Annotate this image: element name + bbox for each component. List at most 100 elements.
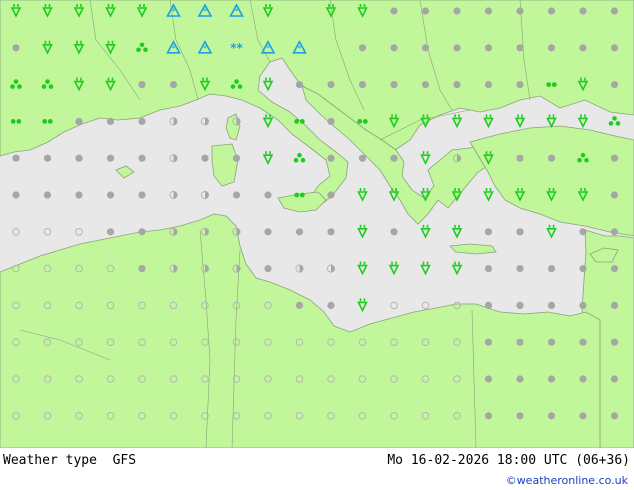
cloud-dot-icon	[516, 338, 524, 346]
cloud-dot-icon	[453, 81, 461, 89]
cloud-dot-icon	[138, 228, 146, 236]
cloud-dot-icon	[516, 7, 524, 15]
cloud-dot-icon	[610, 154, 619, 162]
cloud-dot-icon	[390, 154, 398, 162]
cloud-dot-icon	[547, 7, 556, 15]
cloud-dot-icon	[12, 154, 20, 162]
cloud-dot-icon	[516, 301, 524, 309]
cloud-dot-icon	[610, 338, 619, 346]
cloud-dot-icon	[547, 412, 556, 420]
cloud-dot-icon	[295, 81, 304, 89]
cloud-dot-icon	[106, 117, 115, 125]
cloud-dot-icon	[610, 44, 619, 52]
cloud-dot-icon	[579, 228, 587, 236]
weather-map: * * ** * ** * *	[0, 0, 634, 448]
cloud-dot-icon	[390, 81, 398, 89]
cloud-dot-icon	[579, 338, 587, 346]
cloud-dot-icon	[610, 7, 619, 15]
cloud-dot-icon	[264, 191, 272, 199]
cloud-dot-icon	[232, 191, 241, 199]
cloud-dot-icon	[138, 265, 146, 273]
cloud-dot-icon	[484, 338, 493, 346]
cloud-dot-icon	[516, 375, 524, 383]
svg-text:*: *	[266, 44, 270, 53]
cloud-dot-icon	[43, 154, 52, 162]
cloud-dot-icon	[516, 44, 524, 52]
cloud-dot-icon	[516, 228, 524, 236]
cloud-dot-icon	[610, 265, 619, 273]
cloud-dot-icon	[579, 265, 587, 273]
cloud-dot-icon	[169, 81, 178, 89]
svg-text:*: *	[298, 44, 302, 53]
cloud-dot-icon	[358, 81, 367, 89]
cloud-dot-icon	[579, 412, 587, 420]
cloud-dot-icon	[484, 412, 493, 420]
cloud-dot-icon	[547, 154, 556, 162]
cloud-dot-icon	[138, 191, 146, 199]
cloud-dot-icon	[610, 375, 619, 383]
cloud-dot-icon	[579, 301, 587, 309]
cloud-dot-icon	[327, 228, 335, 236]
model-label: Weather type GFS	[3, 453, 137, 468]
cloud-dot-icon	[327, 117, 335, 125]
cloud-dot-icon	[75, 154, 83, 162]
cloud-dot-icon	[421, 44, 430, 52]
cloud-dot-icon	[484, 228, 493, 236]
cloud-dot-icon	[484, 301, 493, 309]
cloud-dot-icon	[295, 228, 304, 236]
cloud-dot-icon	[547, 265, 556, 273]
cloud-dot-icon	[484, 81, 493, 89]
cloud-dot-icon	[75, 191, 83, 199]
cloud-dot-icon	[106, 228, 115, 236]
cloud-dot-icon	[264, 228, 272, 236]
cloud-dot-icon	[547, 301, 556, 309]
cloud-dot-icon	[327, 81, 335, 89]
cloud-dot-icon	[232, 154, 241, 162]
cloud-dot-icon	[138, 154, 146, 162]
cloud-dot-icon	[75, 117, 83, 125]
cloud-dot-icon	[610, 412, 619, 420]
cloud-dot-icon	[421, 7, 430, 15]
cloud-dot-icon	[516, 154, 524, 162]
cloud-dot-icon	[579, 7, 587, 15]
cloud-dot-icon	[327, 191, 335, 199]
cloud-dot-icon	[579, 375, 587, 383]
cloud-dot-icon	[327, 154, 335, 162]
valid-datetime: Mo 16-02-2026 18:00 UTC (06+36)	[387, 453, 630, 468]
cloud-dot-icon	[327, 301, 335, 309]
cloud-dot-icon	[12, 191, 20, 199]
cloud-dot-icon	[390, 228, 398, 236]
cloud-dot-icon	[579, 44, 587, 52]
svg-text:*: *	[203, 7, 207, 16]
cloud-dot-icon	[138, 117, 146, 125]
svg-text:*: *	[172, 44, 176, 53]
cloud-dot-icon	[484, 375, 493, 383]
cloud-dot-icon	[610, 81, 619, 89]
cloud-dot-icon	[43, 191, 52, 199]
cloud-dot-icon	[516, 265, 524, 273]
cloud-dot-icon	[516, 412, 524, 420]
cloud-dot-icon	[610, 228, 619, 236]
cloud-dot-icon	[138, 81, 146, 89]
cloud-dot-icon	[484, 265, 493, 273]
cloud-dot-icon	[547, 338, 556, 346]
cloud-dot-icon	[358, 44, 367, 52]
cloud-dot-icon	[295, 301, 304, 309]
cloud-dot-icon	[421, 81, 430, 89]
cloud-dot-icon	[453, 44, 461, 52]
cloud-dot-icon	[12, 44, 20, 52]
cloud-dot-icon	[484, 44, 493, 52]
cloud-dot-icon	[547, 375, 556, 383]
map-footer: Weather type GFS Mo 16-02-2026 18:00 UTC…	[0, 448, 634, 490]
cloud-dot-icon	[201, 154, 209, 162]
cloud-dot-icon	[610, 301, 619, 309]
cloud-dot-icon	[484, 7, 493, 15]
svg-text:*: *	[203, 44, 207, 53]
cloud-dot-icon	[390, 44, 398, 52]
svg-text:**: **	[230, 41, 243, 55]
cloud-dot-icon	[547, 44, 556, 52]
credit-link[interactable]: ©weatheronline.co.uk	[506, 474, 628, 487]
cloud-dot-icon	[106, 191, 115, 199]
snow-icon: **	[230, 41, 243, 55]
cloud-dot-icon	[390, 7, 398, 15]
